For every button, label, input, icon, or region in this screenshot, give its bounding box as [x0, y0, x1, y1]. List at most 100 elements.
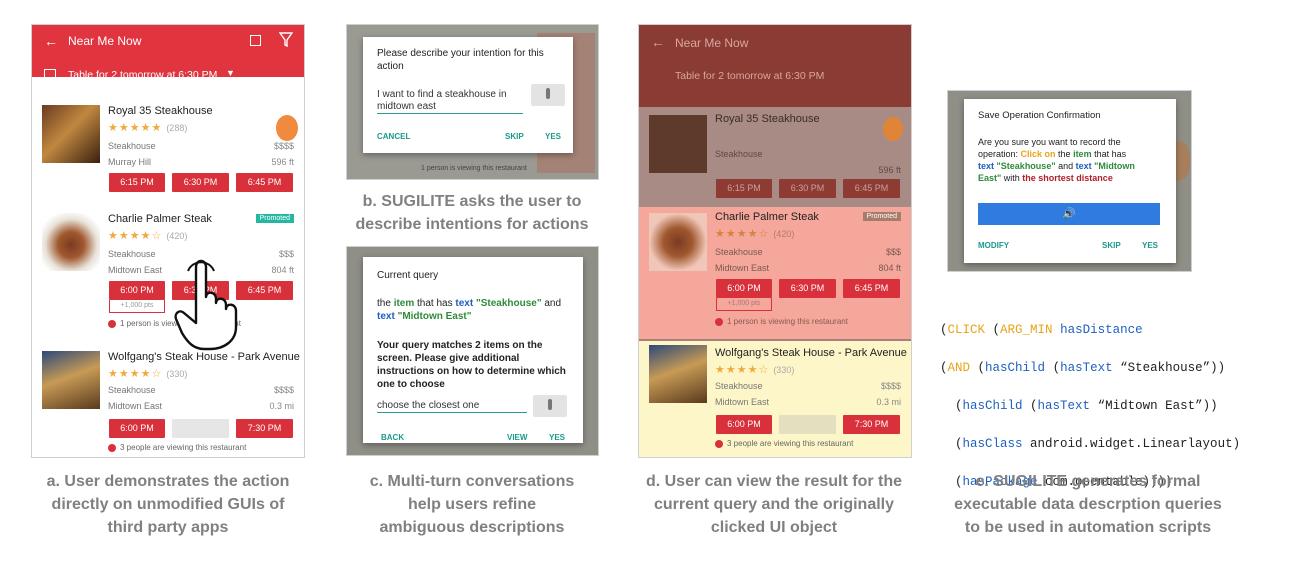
- mic-button[interactable]: [533, 395, 567, 417]
- rating-count: (420): [166, 231, 188, 241]
- price: $$$$: [880, 381, 901, 391]
- confirm-line-4: East" with the shortest distance: [978, 173, 1113, 183]
- mic-button[interactable]: [531, 84, 565, 106]
- caption-b: b. SUGILITE asks the user to describe int…: [355, 193, 589, 233]
- back-arrow-icon[interactable]: ←: [44, 33, 58, 49]
- mic-icon: [546, 88, 550, 99]
- restaurant-name: Wolfgang's Steak House - Park Avenue: [108, 351, 300, 363]
- query-line-2: text "Midtown East": [377, 311, 472, 322]
- yes-button[interactable]: YES: [549, 433, 565, 442]
- viewing-note: 3 people are viewing this restaurant: [108, 443, 246, 452]
- yes-button[interactable]: YES: [1142, 241, 1158, 250]
- restaurant-name: Royal 35 Steakhouse: [715, 113, 820, 125]
- rating-stars: ★★★★☆ (330): [715, 364, 795, 376]
- cuisine: Steakhouse: [715, 247, 763, 257]
- rating-count: (288): [166, 123, 188, 133]
- cancel-button[interactable]: CANCEL: [377, 132, 410, 141]
- intention-input[interactable]: I want to find a steakhouse in midtown e…: [377, 89, 523, 114]
- code-line-4: (hasClass android.widget.Linearlayout): [940, 437, 1241, 451]
- time-slot-button: 7:30 PM: [843, 415, 900, 434]
- distance: 0.3 mi: [269, 401, 294, 411]
- cuisine: Steakhouse: [715, 149, 763, 159]
- time-slot-button[interactable]: 7:30 PM: [236, 419, 293, 438]
- time-slot-button[interactable]: 6:30 PM: [172, 173, 229, 192]
- phone-screen-d: ← Near Me Now Table for 2 tomorrow at 6:…: [638, 24, 912, 458]
- cuisine: Steakhouse: [108, 141, 156, 151]
- view-button[interactable]: VIEW: [507, 433, 527, 442]
- rating-stars: ★★★★★ (288): [108, 122, 188, 134]
- time-slot-unavailable: [779, 415, 836, 434]
- caption-a: a. User demonstrates the action directly …: [46, 473, 290, 536]
- phone-screen-c: Current query the item that has text "St…: [346, 246, 599, 456]
- restaurant-card[interactable]: Charlie Palmer Steak Promoted ★★★★☆ (420)…: [32, 209, 304, 335]
- dialog-title: Save Operation Confirmation: [978, 110, 1101, 121]
- back-arrow-icon: ←: [651, 34, 665, 50]
- area: Midtown East: [108, 401, 163, 411]
- app-bar: ← Near Me Now: [32, 25, 304, 57]
- rating-stars: ★★★★☆ (420): [715, 228, 795, 240]
- restaurant-card: Royal 35 Steakhouse Steakhouse 596 ft 6:…: [639, 107, 911, 207]
- hand-pointer-icon: [883, 117, 903, 141]
- dialog-prompt: Please describe your intention for this …: [377, 48, 544, 72]
- restaurant-name: Charlie Palmer Steak: [108, 213, 212, 225]
- time-slot-button[interactable]: 6:45 PM: [236, 173, 293, 192]
- skip-button[interactable]: SKIP: [1102, 241, 1121, 250]
- caption-e: e. SUGILITE generates formal executable d…: [954, 473, 1222, 536]
- restaurant-photo: [649, 213, 707, 271]
- phone-screen-e: Save Operation Confirmation Are you sure…: [947, 90, 1192, 272]
- cuisine: Steakhouse: [108, 249, 156, 259]
- yes-button[interactable]: YES: [545, 132, 561, 141]
- refine-input[interactable]: choose the closest one: [377, 400, 527, 413]
- area: Murray Hill: [108, 157, 152, 167]
- promoted-badge: Promoted: [255, 214, 294, 223]
- skip-button[interactable]: SKIP: [505, 132, 524, 141]
- time-slot-button: 6:30 PM: [779, 279, 836, 298]
- filter-icon[interactable]: [279, 32, 293, 48]
- back-button[interactable]: BACK: [381, 433, 404, 442]
- price: $$$$: [273, 141, 294, 151]
- restaurant-name: Wolfgang's Steak House - Park Avenue: [715, 347, 907, 359]
- confirm-line-3: text "Steakhouse" and text "Midtown: [978, 161, 1135, 171]
- restaurant-card[interactable]: Wolfgang's Steak House - Park Avenue ★★★…: [32, 349, 304, 457]
- app-title: Near Me Now: [68, 34, 142, 48]
- price: $$$$: [273, 385, 294, 395]
- code-line-2: (AND (hasChild (hasText “Steakhouse”)): [940, 361, 1226, 375]
- speaker-icon: 🔊: [1062, 208, 1076, 220]
- query-dialog: Current query the item that has text "St…: [363, 257, 583, 443]
- app-title: Near Me Now: [675, 36, 749, 50]
- price: $$$: [885, 247, 901, 257]
- query-message: Your query matches 2 items on the screen…: [377, 340, 566, 390]
- rating-count: (330): [166, 369, 188, 379]
- dialog-title: Current query: [377, 270, 439, 281]
- query-result-highlight[interactable]: Wolfgang's Steak House - Park Avenue ★★★…: [639, 341, 911, 457]
- cuisine: Steakhouse: [715, 381, 763, 391]
- modify-button[interactable]: MODIFY: [978, 241, 1009, 250]
- caption-c: c. Multi-turn conversations help users re…: [369, 473, 575, 536]
- background-note: 1 person is viewing this restaurant: [421, 165, 527, 172]
- dimmed-app-bar: ← Near Me Now Table for 2 tomorrow at 6:…: [639, 25, 911, 107]
- restaurant-name: Charlie Palmer Steak: [715, 211, 819, 223]
- distance: 804 ft: [878, 263, 901, 273]
- time-slot-button[interactable]: 6:00 PM: [109, 281, 165, 300]
- confirm-line-1: Are you sure you want to record the: [978, 137, 1121, 147]
- distance: 596 ft: [878, 165, 901, 175]
- restaurant-card[interactable]: Royal 35 Steakhouse ★★★★★ (288) Steakhous…: [32, 101, 304, 201]
- area: Midtown East: [715, 263, 770, 273]
- time-slot-unavailable: [172, 419, 229, 438]
- hand-pointer-icon: [276, 115, 298, 141]
- clicked-object-highlight[interactable]: Charlie Palmer Steak Promoted ★★★★☆ (420)…: [639, 207, 911, 339]
- intention-dialog: Please describe your intention for this …: [363, 37, 573, 153]
- time-slot-button: 6:00 PM: [716, 415, 772, 434]
- save-confirmation-dialog: Save Operation Confirmation Are you sure…: [964, 99, 1176, 263]
- viewing-note: 1 person is viewing this restaurant: [715, 317, 848, 326]
- restaurant-photo: [42, 213, 100, 271]
- time-slot-button[interactable]: 6:00 PM: [109, 419, 165, 438]
- query-line-1: the item that has text "Steakhouse" and: [377, 298, 562, 309]
- code-line-3: (hasChild (hasText “Midtown East”)): [940, 399, 1218, 413]
- time-slot-button: 6:00 PM: [716, 279, 772, 298]
- speak-button[interactable]: 🔊: [978, 203, 1160, 225]
- tap-hand-icon: [174, 259, 238, 351]
- time-slot-button[interactable]: 6:15 PM: [109, 173, 165, 192]
- map-icon[interactable]: [250, 35, 261, 46]
- restaurant-photo: [42, 105, 100, 163]
